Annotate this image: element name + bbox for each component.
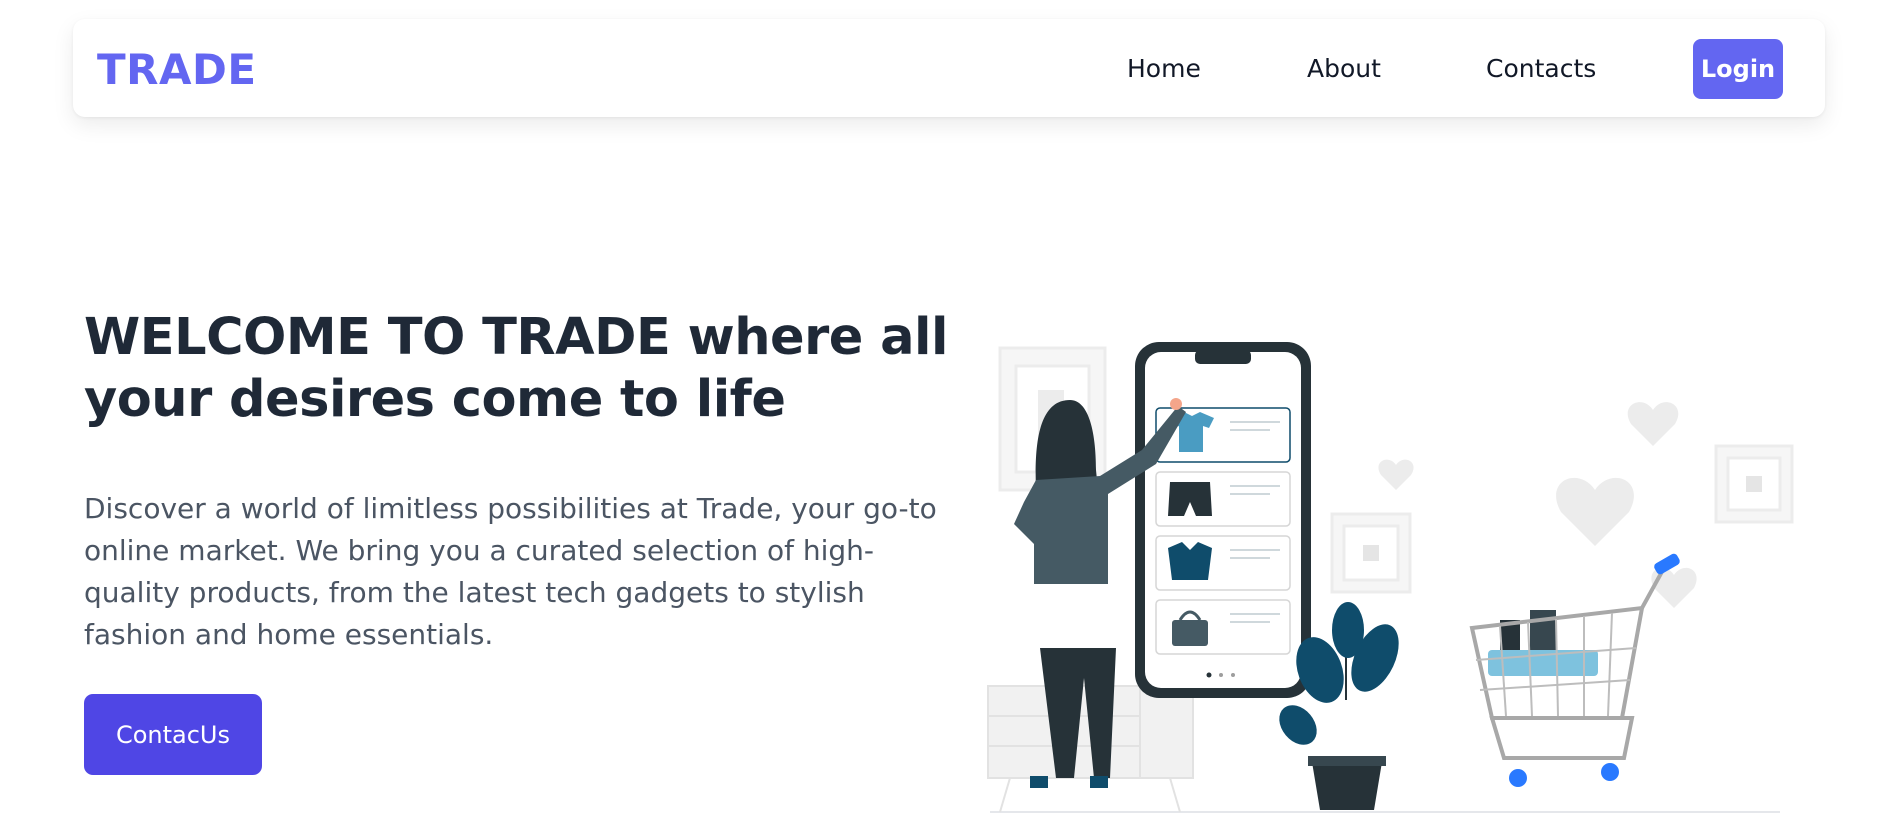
hero-title: WELCOME TO TRADE where all your desires … <box>84 308 948 429</box>
nav-link-about[interactable]: About <box>1307 54 1381 83</box>
nav-link-home[interactable]: Home <box>1127 54 1201 83</box>
heart-icon <box>1627 402 1679 446</box>
shopping-cart-icon <box>1469 553 1680 787</box>
online-shopping-illustration <box>987 342 1794 813</box>
nav-link-contacts[interactable]: Contacts <box>1486 54 1596 83</box>
heart-icon <box>1651 567 1697 608</box>
picture-frame-small <box>1330 512 1412 594</box>
hero-description: Discover a world of limitless possibilit… <box>84 492 937 651</box>
navbar: TRADE Home About Contacts Login <box>73 19 1825 117</box>
logo[interactable]: TRADE <box>97 45 257 94</box>
picture-frame-right <box>1714 444 1794 524</box>
contact-us-button[interactable]: ContacUs <box>84 694 262 775</box>
phone-icon <box>1135 342 1311 698</box>
heart-icon <box>1556 477 1634 546</box>
login-button[interactable]: Login <box>1693 39 1783 99</box>
heart-icon <box>1378 459 1414 490</box>
